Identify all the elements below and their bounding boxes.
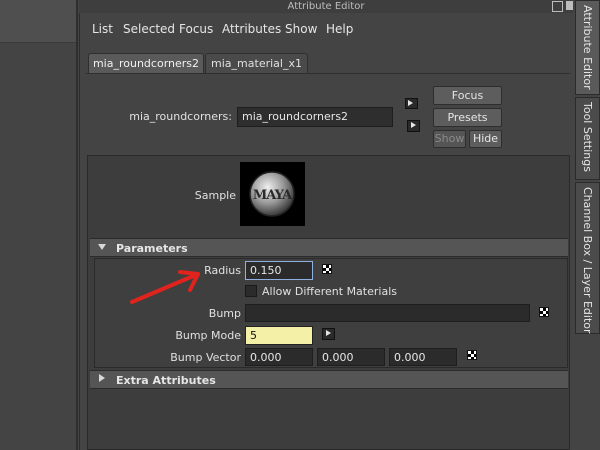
menu-show[interactable]: Show xyxy=(285,22,317,36)
extra-attributes-section-header[interactable]: Extra Attributes xyxy=(90,370,568,389)
bump-vector-z-input[interactable]: 0.000 xyxy=(389,348,457,366)
menu-bar: List Selected Focus Attributes Show Help xyxy=(80,16,570,42)
bump-field[interactable] xyxy=(245,304,530,322)
radius-input[interactable]: 0.150 xyxy=(245,261,313,280)
maya-logo-text: MAYA xyxy=(253,188,293,203)
side-tab-attribute-editor[interactable]: Attribute Editor xyxy=(575,0,600,95)
map-texture-bump-vector-icon[interactable] xyxy=(467,350,477,360)
tab-underline xyxy=(86,73,570,74)
window-title: Attribute Editor xyxy=(287,1,365,12)
node-name-field[interactable]: mia_roundcorners2 xyxy=(237,107,393,127)
parameters-section-header[interactable]: Parameters xyxy=(90,238,568,257)
menu-attributes[interactable]: Attributes xyxy=(222,22,281,36)
window-titlebar: Attribute Editor xyxy=(79,0,573,13)
node-name-label: mia_roundcorners: xyxy=(129,110,232,123)
float-window-icon[interactable] xyxy=(566,1,573,10)
allow-different-materials-checkbox[interactable] xyxy=(245,285,257,297)
expand-arrow-icon[interactable] xyxy=(99,374,105,382)
menu-list[interactable]: List xyxy=(92,22,113,36)
input-connection-icon[interactable] xyxy=(405,98,418,109)
hide-button[interactable]: Hide xyxy=(469,130,502,148)
annotation-arrow-icon xyxy=(130,270,200,304)
bump-mode-input[interactable]: 5 xyxy=(245,326,313,345)
restore-window-icon[interactable] xyxy=(552,1,563,12)
menu-selected[interactable]: Selected xyxy=(123,22,175,36)
bump-mode-connection-icon[interactable] xyxy=(322,328,335,340)
tab-mia-material-x1[interactable]: mia_material_x1 xyxy=(205,53,308,73)
map-texture-radius-icon[interactable] xyxy=(322,264,332,274)
maya-logo-icon: MAYA xyxy=(249,171,295,217)
map-texture-bump-icon[interactable] xyxy=(539,307,549,317)
side-tab-channel-box[interactable]: Channel Box / Layer Editor xyxy=(575,182,600,334)
bump-mode-label: Bump Mode xyxy=(175,329,241,342)
bump-vector-label: Bump Vector xyxy=(170,351,241,364)
side-tab-tool-settings[interactable]: Tool Settings xyxy=(575,97,600,180)
viewport-edge xyxy=(0,0,78,450)
bump-vector-x-input[interactable]: 0.000 xyxy=(245,348,313,366)
presets-button[interactable]: Presets xyxy=(433,108,502,127)
extra-attributes-section-title: Extra Attributes xyxy=(116,374,216,387)
allow-different-materials-label: Allow Different Materials xyxy=(262,285,397,298)
sample-label: Sample xyxy=(194,189,236,202)
parameters-section-title: Parameters xyxy=(116,242,188,255)
menu-focus[interactable]: Focus xyxy=(179,22,213,36)
output-connection-icon[interactable] xyxy=(407,120,420,132)
menu-help[interactable]: Help xyxy=(326,22,353,36)
bump-vector-y-input[interactable]: 0.000 xyxy=(317,348,385,366)
tab-mia-roundcorners2[interactable]: mia_roundcorners2 xyxy=(88,53,204,73)
collapse-arrow-icon[interactable] xyxy=(98,244,106,250)
focus-button[interactable]: Focus xyxy=(433,86,502,105)
sample-swatch[interactable]: MAYA xyxy=(240,162,305,226)
show-button[interactable]: Show xyxy=(433,130,466,148)
